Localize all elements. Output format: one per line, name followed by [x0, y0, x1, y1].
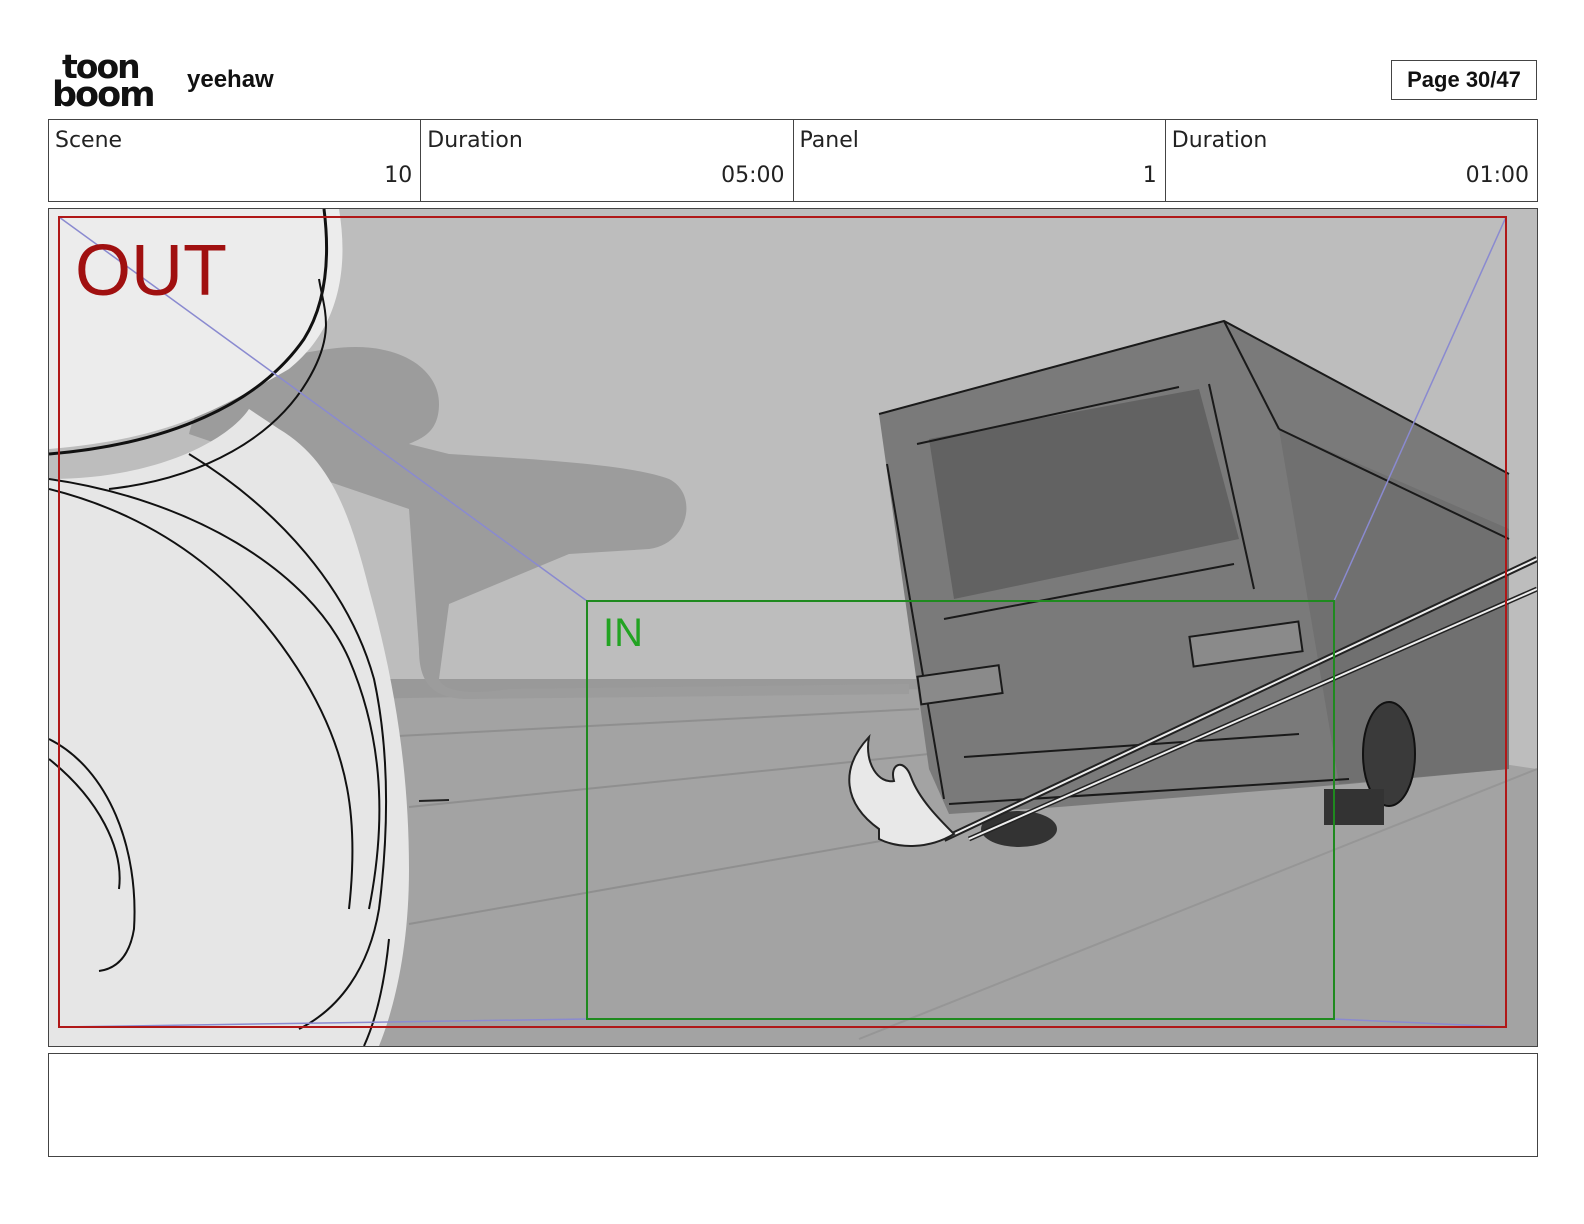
project-title: yeehaw: [187, 66, 274, 93]
page-indicator: Page 30/47: [1391, 60, 1537, 100]
toon-boom-logo: toon boom: [52, 50, 164, 115]
scene-cell: Scene 10: [49, 120, 422, 201]
panel-value: 1: [1142, 163, 1157, 188]
panel-duration-cell: Duration 01:00: [1166, 120, 1537, 201]
panel-duration-label: Duration: [1171, 128, 1268, 153]
panel-duration-value: 01:00: [1465, 163, 1529, 188]
storyboard-panel: OUT IN: [48, 208, 1538, 1047]
scene-label: Scene: [55, 128, 123, 153]
panel-label: Panel: [799, 128, 859, 153]
scene-value: 10: [384, 163, 413, 188]
storyboard-sketch: [49, 209, 1537, 1046]
scene-duration-label: Duration: [427, 128, 523, 153]
logo-line-2: boom: [52, 75, 156, 115]
scene-duration-value: 05:00: [721, 163, 785, 188]
panel-info-table: Scene 10 Duration 05:00 Panel 1 Duration…: [48, 119, 1538, 202]
in-frame-label: IN: [603, 611, 643, 655]
scene-duration-cell: Duration 05:00: [421, 120, 794, 201]
panel-cell: Panel 1: [794, 120, 1166, 201]
panel-notes-box[interactable]: [48, 1053, 1538, 1157]
sketch-road-line: [418, 799, 450, 802]
out-frame-label: OUT: [75, 231, 227, 311]
